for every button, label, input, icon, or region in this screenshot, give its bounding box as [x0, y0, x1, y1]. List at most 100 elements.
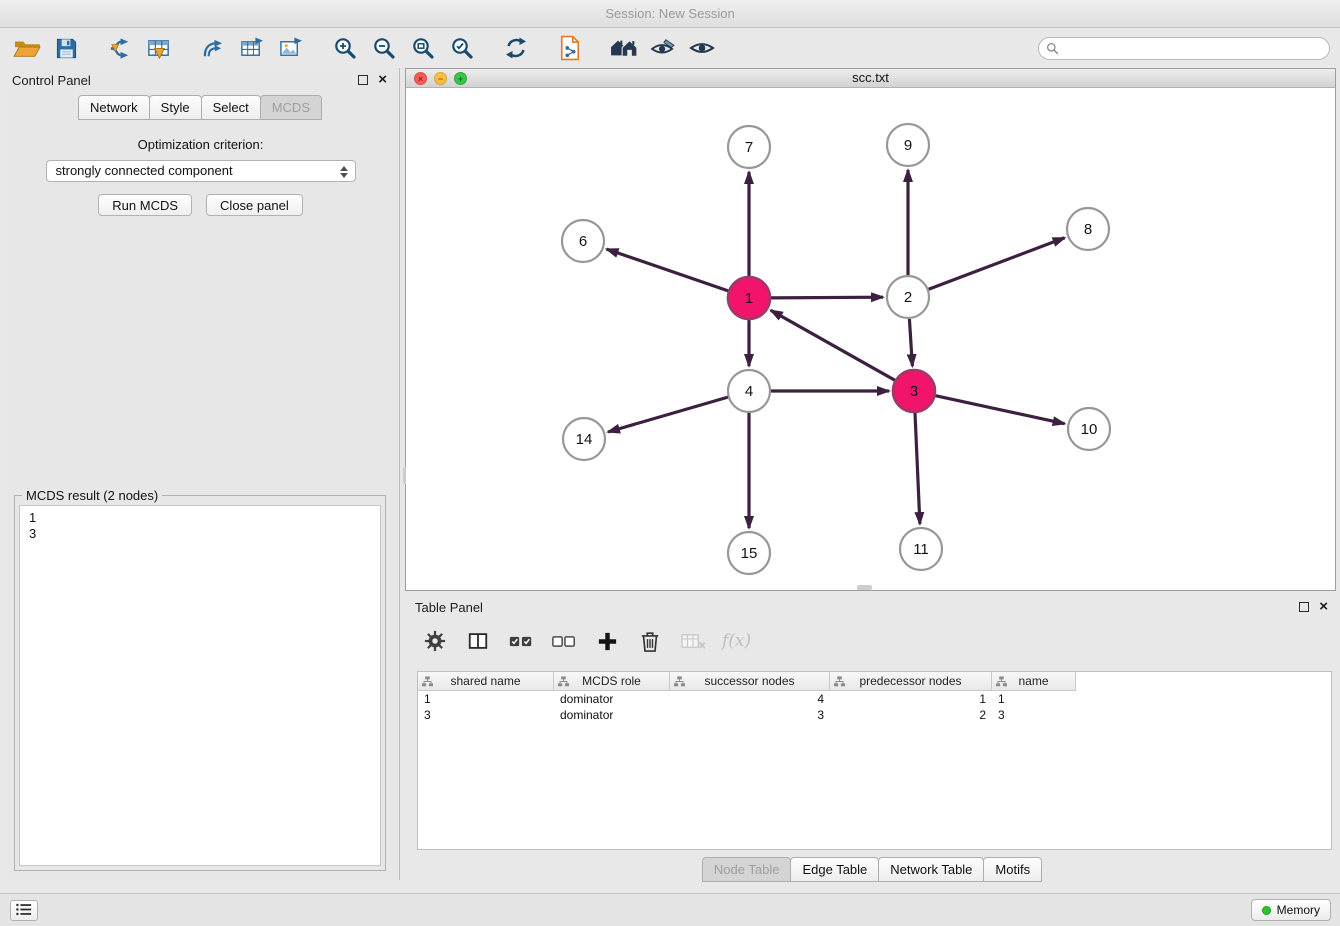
- column-header-mcds-role[interactable]: MCDS role: [554, 672, 670, 691]
- svg-text:9: 9: [904, 137, 912, 154]
- add-row-icon[interactable]: [593, 627, 621, 655]
- float-table-panel-icon[interactable]: [1299, 602, 1309, 612]
- zoom-in-icon[interactable]: [330, 33, 360, 63]
- search-input[interactable]: [1038, 37, 1330, 60]
- network-canvas[interactable]: 7 9 6 8 1 2 4 3 14 10 15 11: [406, 88, 1335, 590]
- zoom-fit-icon[interactable]: [408, 33, 438, 63]
- mcds-result-list[interactable]: 1 3: [19, 505, 381, 866]
- graph-node-15[interactable]: 15: [728, 532, 770, 574]
- search-field: [1038, 37, 1330, 60]
- graph-node-1[interactable]: 1: [728, 277, 770, 319]
- optimization-criterion-value: strongly connected component: [56, 163, 233, 178]
- tab-network[interactable]: Network: [78, 95, 150, 120]
- save-session-icon[interactable]: [51, 33, 81, 63]
- import-table-icon[interactable]: [144, 33, 174, 63]
- graph-edge-4-14[interactable]: [608, 397, 728, 432]
- window-close-icon[interactable]: ×: [414, 72, 427, 85]
- refresh-icon[interactable]: [501, 33, 531, 63]
- graph-node-11[interactable]: 11: [900, 528, 942, 570]
- column-header-successor-nodes[interactable]: successor nodes: [670, 672, 830, 691]
- graph-edge-2-8[interactable]: [929, 238, 1065, 289]
- style-eye-icon[interactable]: [648, 33, 678, 63]
- node-table: shared nameMCDS rolesuccessor nodesprede…: [417, 671, 1332, 850]
- column-header-shared-name[interactable]: shared name: [418, 672, 554, 691]
- cell-name: 1: [992, 691, 1076, 707]
- export-network-icon[interactable]: [198, 33, 228, 63]
- svg-text:14: 14: [576, 431, 593, 448]
- open-file-icon[interactable]: [12, 33, 42, 63]
- export-web-icon[interactable]: [555, 33, 585, 63]
- delete-row-icon[interactable]: [636, 627, 664, 655]
- list-menu-icon: [16, 903, 32, 919]
- graph-node-9[interactable]: 9: [887, 124, 929, 166]
- gear-icon[interactable]: [421, 627, 449, 655]
- graph-node-7[interactable]: 7: [728, 126, 770, 168]
- graph-edge-3-11[interactable]: [915, 413, 920, 524]
- scrollbar-handle[interactable]: [857, 585, 872, 590]
- network-window-titlebar: × − + scc.txt: [406, 69, 1335, 88]
- close-panel-button[interactable]: Close panel: [206, 194, 303, 216]
- zoom-selected-icon[interactable]: [447, 33, 477, 63]
- split-columns-icon[interactable]: [464, 627, 492, 655]
- graph-node-6[interactable]: 6: [562, 220, 604, 262]
- svg-text:15: 15: [741, 545, 758, 562]
- mcds-result-group: MCDS result (2 nodes) 1 3: [14, 495, 386, 871]
- table-toolbar: f(x): [421, 624, 1340, 658]
- graph-edge-2-3[interactable]: [909, 319, 912, 366]
- memory-button[interactable]: Memory: [1251, 899, 1331, 921]
- network-window-title: scc.txt: [852, 70, 889, 85]
- search-icon: [1046, 42, 1059, 60]
- export-image-icon[interactable]: [276, 33, 306, 63]
- table-tab-motifs[interactable]: Motifs: [983, 857, 1042, 882]
- cell-successor-nodes: 4: [670, 691, 830, 707]
- table-tab-edge-table[interactable]: Edge Table: [790, 857, 879, 882]
- graph-node-2[interactable]: 2: [887, 276, 929, 318]
- column-header-name[interactable]: name: [992, 672, 1076, 691]
- graph-edge-3-10[interactable]: [936, 396, 1065, 424]
- graph-node-14[interactable]: 14: [563, 418, 605, 460]
- cell-predecessor-nodes: 1: [830, 691, 992, 707]
- window-zoom-icon[interactable]: +: [454, 72, 467, 85]
- close-panel-icon[interactable]: ×: [378, 74, 387, 85]
- deselect-all-icon[interactable]: [550, 627, 578, 655]
- run-mcds-button[interactable]: Run MCDS: [98, 194, 192, 216]
- graph-edge-1-2[interactable]: [771, 297, 883, 298]
- table-row[interactable]: 1dominator411: [418, 691, 1331, 707]
- show-graphics-icon[interactable]: [687, 33, 717, 63]
- close-table-panel-icon[interactable]: ×: [1319, 601, 1328, 612]
- home-icon[interactable]: [609, 33, 639, 63]
- column-header-predecessor-nodes[interactable]: predecessor nodes: [830, 672, 992, 691]
- graph-node-3[interactable]: 3: [893, 370, 935, 412]
- graph-node-10[interactable]: 10: [1068, 408, 1110, 450]
- graph-node-4[interactable]: 4: [728, 370, 770, 412]
- column-label: name: [1018, 674, 1048, 688]
- export-table-icon[interactable]: [237, 33, 267, 63]
- table-tab-network-table[interactable]: Network Table: [878, 857, 984, 882]
- zoom-out-icon[interactable]: [369, 33, 399, 63]
- svg-text:3: 3: [910, 383, 918, 400]
- window-title: Session: New Session: [605, 6, 734, 21]
- table-tab-node-table[interactable]: Node Table: [702, 857, 792, 882]
- tab-style[interactable]: Style: [149, 95, 202, 120]
- graph-edge-1-6[interactable]: [607, 249, 729, 291]
- graph-node-8[interactable]: 8: [1067, 208, 1109, 250]
- table-panel-tabs: Node TableEdge TableNetwork TableMotifs: [405, 857, 1340, 882]
- sort-icon: [558, 676, 569, 690]
- network-graph[interactable]: 7 9 6 8 1 2 4 3 14 10 15 11: [406, 88, 1335, 590]
- sort-icon: [422, 676, 433, 690]
- import-network-icon[interactable]: [105, 33, 135, 63]
- svg-text:8: 8: [1084, 221, 1092, 238]
- window-minimize-icon[interactable]: −: [434, 72, 447, 85]
- graph-edge-3-1[interactable]: [771, 310, 895, 380]
- optimization-criterion-select[interactable]: strongly connected component: [46, 160, 356, 182]
- tab-mcds[interactable]: MCDS: [260, 95, 322, 120]
- svg-text:1: 1: [745, 290, 753, 307]
- function-icon: f(x): [722, 627, 751, 655]
- table-row[interactable]: 3dominator323: [418, 707, 1331, 723]
- select-all-icon[interactable]: [507, 627, 535, 655]
- status-menu-button[interactable]: [10, 900, 38, 921]
- tab-select[interactable]: Select: [201, 95, 261, 120]
- float-panel-icon[interactable]: [358, 75, 368, 85]
- svg-text:2: 2: [904, 289, 912, 306]
- table-panel-header: Table Panel ×: [405, 595, 1340, 619]
